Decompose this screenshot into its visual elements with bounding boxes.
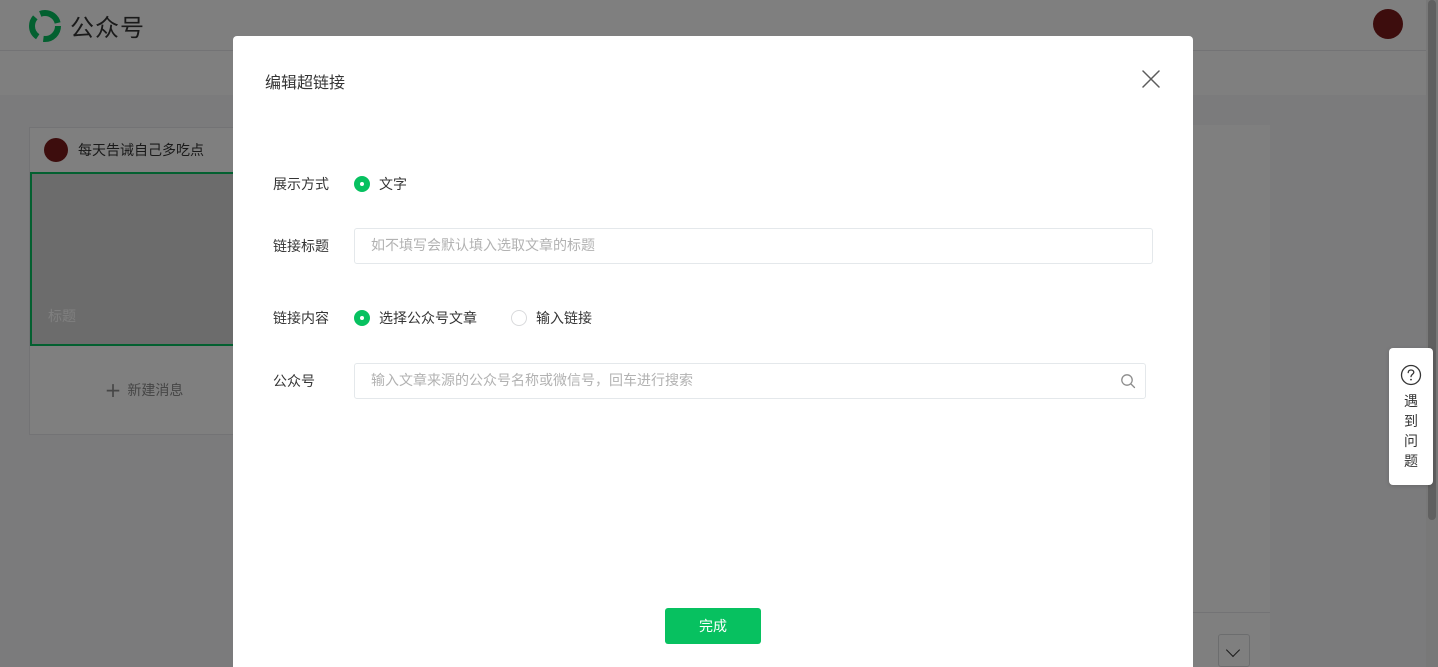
link-content-radio-article[interactable]: 选择公众号文章 <box>354 308 477 328</box>
radio-checked-icon <box>354 310 370 326</box>
link-title-row: 链接标题 <box>273 228 1153 264</box>
question-circle-icon <box>1400 364 1422 386</box>
display-mode-row: 展示方式 文字 <box>273 174 441 194</box>
close-icon[interactable] <box>1139 67 1163 91</box>
radio-checked-icon <box>354 176 370 192</box>
display-mode-label: 展示方式 <box>273 177 329 193</box>
account-search-label: 公众号 <box>273 374 315 390</box>
account-search-row: 公众号 <box>273 363 1146 399</box>
account-search-input[interactable] <box>354 363 1146 399</box>
radio-label: 输入链接 <box>536 311 592 327</box>
help-label: 遇到问题 <box>1404 394 1418 470</box>
link-title-input[interactable] <box>354 228 1153 264</box>
link-content-label: 链接内容 <box>273 311 329 327</box>
done-button[interactable]: 完成 <box>665 608 761 644</box>
link-title-label: 链接标题 <box>273 239 329 255</box>
link-content-radio-url[interactable]: 输入链接 <box>511 308 592 328</box>
account-search-box <box>354 363 1146 399</box>
radio-label: 文字 <box>379 177 407 193</box>
dialog-title: 编辑超链接 <box>265 73 346 92</box>
search-icon[interactable] <box>1120 373 1136 389</box>
radio-unchecked-icon <box>511 310 527 326</box>
radio-label: 选择公众号文章 <box>379 311 477 327</box>
display-mode-radio-text[interactable]: 文字 <box>354 174 407 194</box>
help-float-button[interactable]: 遇到问题 <box>1389 348 1433 485</box>
edit-hyperlink-dialog: 编辑超链接 展示方式 文字 链接标题 链接内容 选择公众号文章 输入链接 公众号 <box>233 36 1193 667</box>
link-content-row: 链接内容 选择公众号文章 输入链接 <box>273 308 626 328</box>
